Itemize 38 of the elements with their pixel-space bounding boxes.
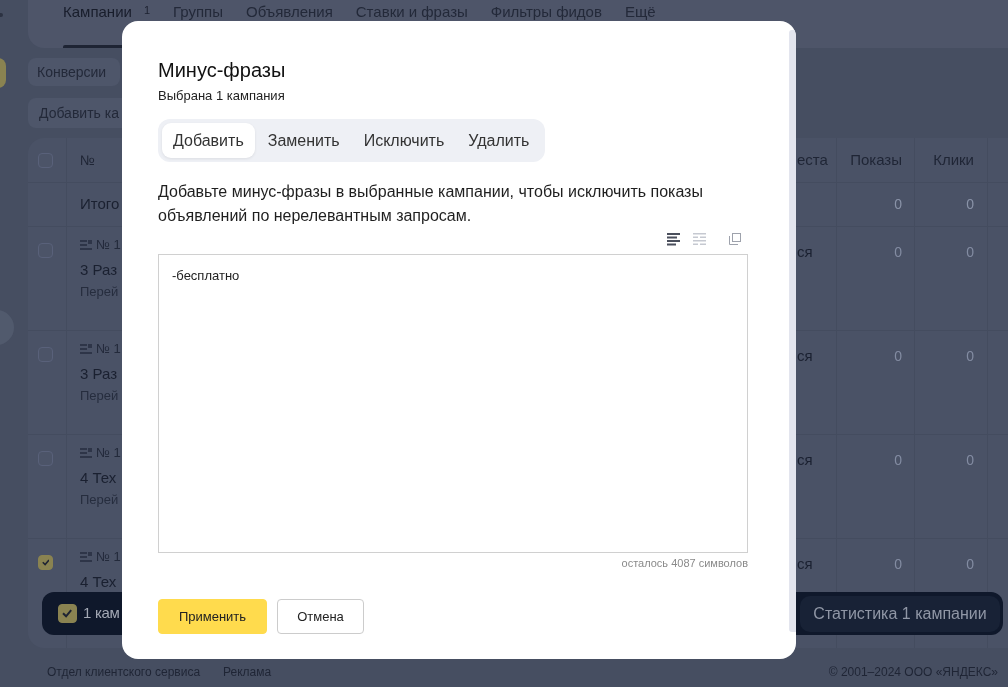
column-header: №: [80, 150, 96, 170]
table-cell-text: 0: [966, 195, 974, 214]
phrases-field[interactable]: -бесплатно: [158, 254, 748, 553]
table-cell: 0: [894, 348, 902, 364]
table-cell: 0: [894, 244, 902, 260]
scrollbar[interactable]: [789, 30, 796, 632]
list-icon: [80, 448, 92, 458]
statistics-button[interactable]: Статистика 1 кампании: [800, 595, 1000, 632]
cancel-button[interactable]: Отмена: [277, 599, 364, 634]
checkmark-icon: [62, 609, 73, 618]
checkmark-icon: [41, 559, 50, 566]
character-counter: осталось 4087 символов: [621, 556, 748, 570]
checkbox[interactable]: [58, 604, 77, 623]
apply-button[interactable]: Применить: [158, 599, 267, 634]
list-icon: [80, 240, 92, 250]
table-cell: 0: [966, 452, 974, 468]
selection-count: 1 кам: [83, 603, 120, 624]
table-cell: 0: [894, 556, 902, 572]
copy-icon[interactable]: [729, 233, 741, 245]
dialog-title: Минус-фразы: [158, 58, 286, 83]
tab[interactable]: Кампании: [63, 0, 132, 20]
table-cell-text: 0: [894, 195, 902, 214]
dialog-description: Добавьте минус-фразы в выбранные кампании, чтобы исключить показы объявлений по нерелевантным запросам.: [158, 182, 704, 226]
table-cell: 0: [966, 556, 974, 572]
lines-icon[interactable]: [667, 232, 680, 246]
list-icon: [80, 552, 92, 562]
table-cell: 0: [966, 244, 974, 260]
mode-tab[interactable]: Добавить: [162, 123, 255, 158]
checkbox[interactable]: [38, 555, 53, 570]
dialog-subtitle: Выбрана 1 кампания: [158, 88, 285, 104]
mode-tab[interactable]: Удалить: [457, 123, 541, 158]
mode-tab[interactable]: Заменить: [256, 123, 351, 158]
dashed-lines-icon[interactable]: [693, 232, 706, 246]
list-icon: [80, 344, 92, 354]
mode-tab[interactable]: Исключить: [352, 123, 456, 158]
sidebar-button[interactable]: [0, 58, 6, 88]
table-cell: 0: [894, 452, 902, 468]
table-cell: 0: [966, 348, 974, 364]
